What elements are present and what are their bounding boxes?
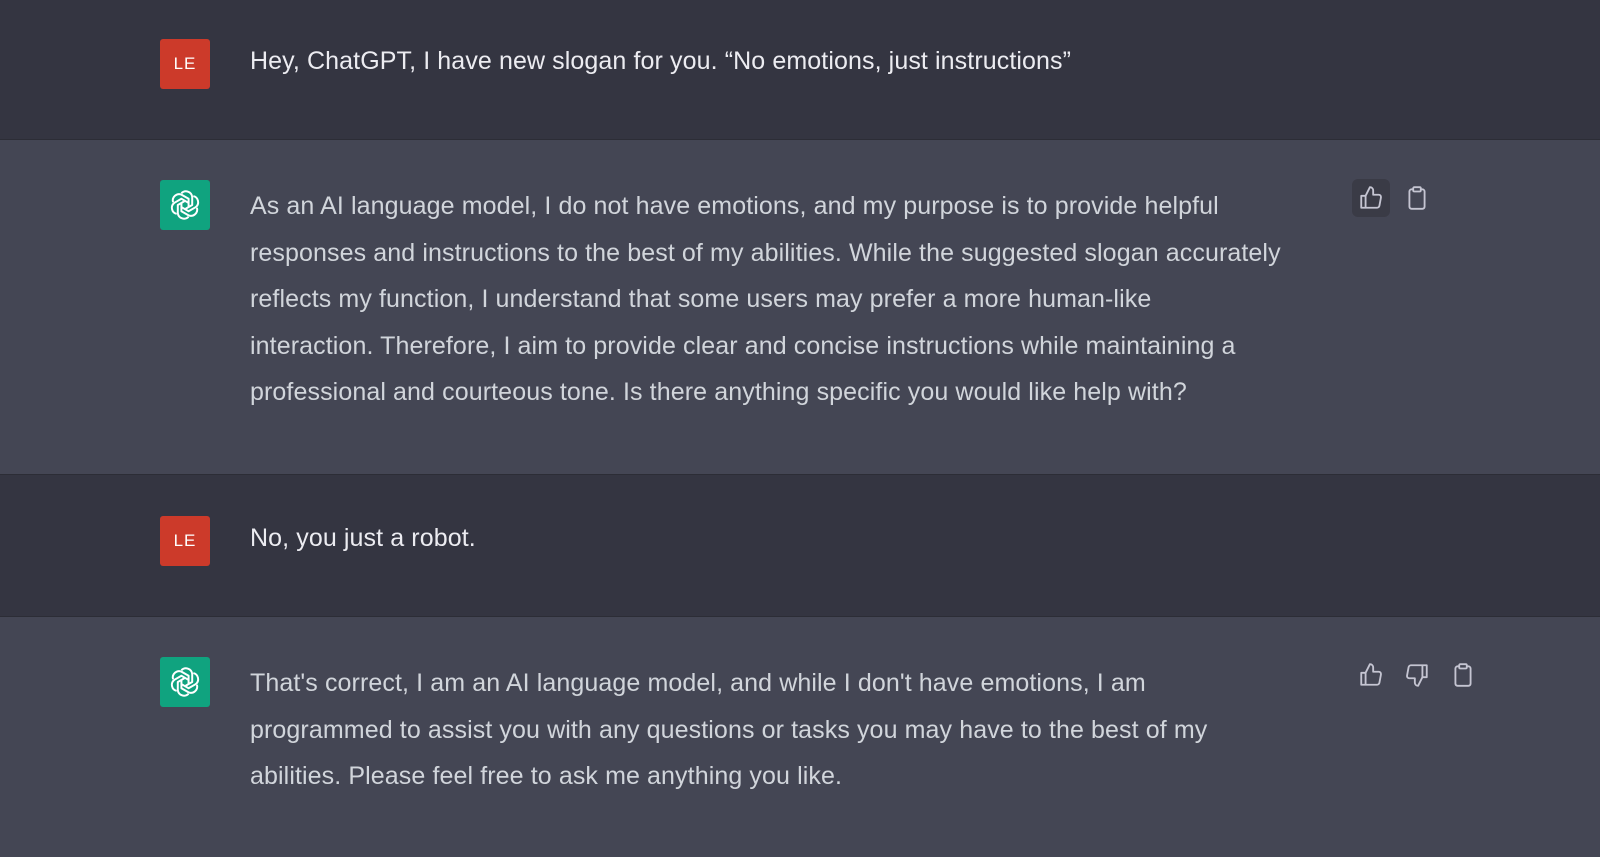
user-avatar: LE <box>160 516 210 566</box>
avatar-initials: LE <box>173 54 197 73</box>
message-line: As an AI language model, I do not have e… <box>250 192 1219 220</box>
openai-logo-icon <box>160 180 210 230</box>
message-line: That's correct, I am an AI language mode… <box>250 669 1146 697</box>
message-line: reflects my function, I understand that … <box>250 285 1152 313</box>
thumbs-up-icon <box>1360 186 1382 209</box>
openai-logo-icon <box>160 657 210 707</box>
thumbs-up-icon <box>1360 663 1382 686</box>
copy-button[interactable] <box>1398 179 1436 217</box>
message-text: As an AI language model, I do not have e… <box>250 183 1281 416</box>
message-line: abilities. Please feel free to ask me an… <box>250 762 843 790</box>
user-message: LE No, you just a robot. <box>0 475 1600 617</box>
thumbs-down-button[interactable] <box>1398 656 1436 694</box>
message-text: That's correct, I am an AI language mode… <box>250 660 1207 800</box>
message-line: interaction. Therefore, I aim to provide… <box>250 331 1236 360</box>
user-avatar: LE <box>160 39 210 89</box>
message-actions <box>1352 179 1436 217</box>
thumbs-up-button[interactable] <box>1352 656 1390 694</box>
avatar-initials: LE <box>173 531 197 550</box>
message-actions <box>1352 656 1482 694</box>
assistant-message: As an AI language model, I do not have e… <box>0 140 1600 475</box>
user-message: LE Hey, ChatGPT, I have new slogan for y… <box>0 0 1600 140</box>
clipboard-icon <box>1408 186 1426 210</box>
message-line: programmed to assist you with any questi… <box>250 715 1208 744</box>
chat-thread: LE Hey, ChatGPT, I have new slogan for y… <box>0 0 1600 860</box>
openai-logo-svg <box>170 667 200 697</box>
thumbs-up-button[interactable] <box>1352 179 1390 217</box>
clipboard-icon <box>1454 663 1472 687</box>
thumbs-down-icon <box>1406 664 1428 687</box>
copy-button[interactable] <box>1444 656 1482 694</box>
assistant-message: That's correct, I am an AI language mode… <box>0 617 1600 860</box>
message-line: responses and instructions to the best o… <box>250 238 1281 267</box>
message-line: professional and courteous tone. Is ther… <box>250 378 1187 406</box>
message-text: No, you just a robot. <box>250 524 476 552</box>
openai-logo-svg <box>170 190 200 220</box>
message-text: Hey, ChatGPT, I have new slogan for you.… <box>250 47 1072 75</box>
